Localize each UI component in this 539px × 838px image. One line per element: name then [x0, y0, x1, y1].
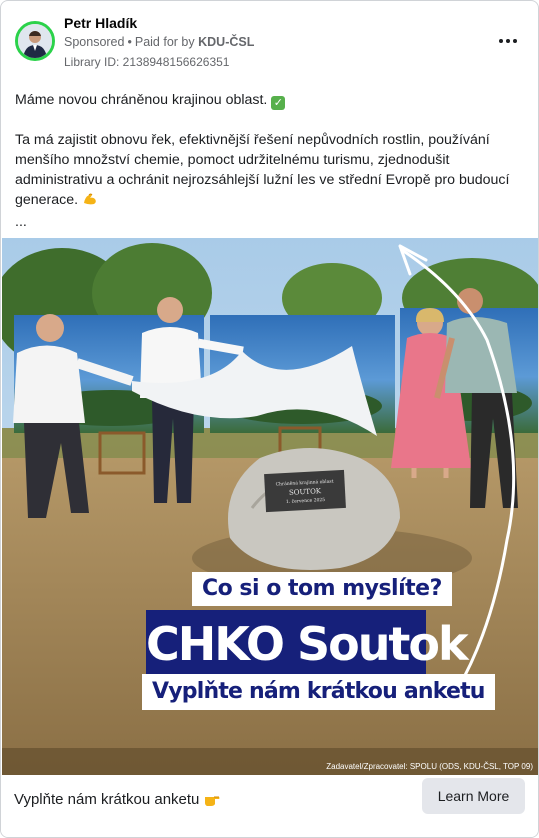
ad-image[interactable]: Chráněná krajinná oblast SOUTOK 1. červe…: [2, 238, 538, 775]
more-options-icon[interactable]: [494, 29, 522, 53]
avatar[interactable]: [15, 21, 55, 61]
banner-question: Co si o tom myslíte?: [192, 572, 452, 606]
paid-for-prefix: Paid for by: [134, 35, 195, 49]
learn-more-button[interactable]: Learn More: [422, 778, 525, 814]
flexed-biceps-emoji-icon: [82, 191, 98, 212]
sponsored-line: Sponsored • Paid for by KDU-ČSL: [64, 35, 254, 49]
sponsored-label: Sponsored: [64, 35, 125, 49]
cta-footer: Vyplňte nám krátkou anketu Learn More: [1, 775, 538, 837]
check-mark-emoji-icon: ✓: [271, 96, 286, 110]
cta-text[interactable]: Vyplňte nám krátkou anketu: [14, 791, 221, 810]
cta-text-label: Vyplňte nám krátkou anketu: [14, 791, 200, 808]
library-id: Library ID: 2138948156626351: [64, 55, 230, 69]
post-line-1: Máme novou chráněnou krajinou oblast.: [15, 92, 268, 108]
author-name[interactable]: Petr Hladík: [64, 15, 137, 31]
banner-subtitle: Vyplňte nám krátkou anketu: [142, 674, 495, 710]
ad-card: Petr Hladík Sponsored • Paid for by KDU-ČS…: [0, 0, 539, 838]
post-text: Máme novou chráněnou krajinou oblast. ✓ …: [15, 90, 520, 232]
avatar-image: [18, 24, 52, 58]
post-header: Petr Hladík Sponsored • Paid for by KDU-ČS…: [1, 1, 538, 79]
pointing-hand-emoji-icon: [204, 792, 221, 810]
separator-dot: •: [127, 35, 132, 49]
see-more-ellipsis[interactable]: ...: [15, 212, 520, 232]
paid-by-name[interactable]: KDU-ČSL: [198, 35, 254, 49]
image-credit: Zadavatel/Zpracovatel: SPOLU (ODS, KDU-Č…: [326, 762, 533, 771]
banner-title: CHKO Soutok: [146, 610, 469, 678]
